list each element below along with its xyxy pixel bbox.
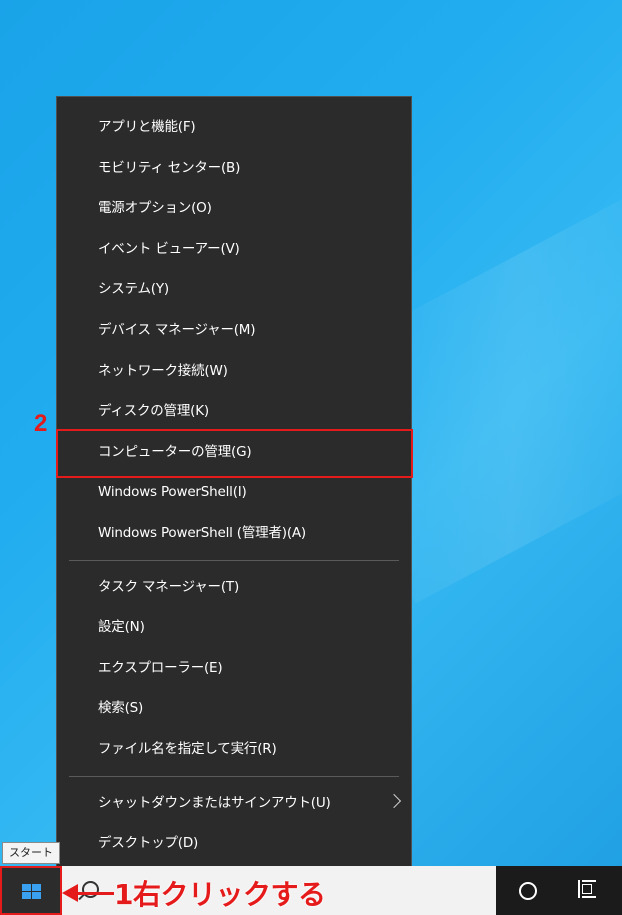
menu-item-search[interactable]: 検索(S) — [57, 688, 411, 729]
windows-logo-icon — [22, 884, 42, 900]
menu-separator — [69, 559, 399, 561]
menu-item-disk-management[interactable]: ディスクの管理(K) — [57, 391, 411, 432]
step-2-label: 2 — [34, 410, 48, 437]
menu-item-network-connections[interactable]: ネットワーク接続(W) — [57, 351, 411, 392]
chevron-right-icon — [386, 793, 402, 808]
winx-context-menu: アプリと機能(F) モビリティ センター(B) 電源オプション(O) イベント … — [56, 96, 412, 872]
menu-item-apps-features[interactable]: アプリと機能(F) — [57, 107, 411, 148]
menu-item-power-options[interactable]: 電源オプション(O) — [57, 188, 411, 229]
task-view-icon[interactable] — [578, 880, 598, 898]
start-button[interactable] — [0, 866, 62, 915]
menu-item-event-viewer[interactable]: イベント ビューアー(V) — [57, 229, 411, 270]
highlight-box-computer-management — [56, 429, 413, 478]
cortana-circle-icon[interactable] — [519, 882, 537, 900]
annotation-arrow-line — [66, 892, 114, 895]
menu-item-shutdown-signout[interactable]: シャットダウンまたはサインアウト(U) — [57, 783, 411, 824]
menu-item-desktop[interactable]: デスクトップ(D) — [57, 823, 411, 864]
step-1-instruction: 1右クリックする — [114, 878, 326, 911]
menu-item-powershell-admin[interactable]: Windows PowerShell (管理者)(A) — [57, 513, 411, 554]
menu-item-system[interactable]: システム(Y) — [57, 269, 411, 310]
menu-item-explorer[interactable]: エクスプローラー(E) — [57, 648, 411, 689]
menu-item-task-manager[interactable]: タスク マネージャー(T) — [57, 567, 411, 608]
menu-item-powershell[interactable]: Windows PowerShell(I) — [57, 472, 411, 513]
menu-separator — [69, 775, 399, 777]
search-icon — [82, 881, 99, 898]
menu-item-device-manager[interactable]: デバイス マネージャー(M) — [57, 310, 411, 351]
menu-item-mobility-center[interactable]: モビリティ センター(B) — [57, 148, 411, 189]
menu-item-shutdown-label: シャットダウンまたはサインアウト(U) — [98, 794, 331, 811]
menu-item-settings[interactable]: 設定(N) — [57, 607, 411, 648]
start-tooltip: スタート — [2, 842, 60, 864]
menu-item-run[interactable]: ファイル名を指定して実行(R) — [57, 729, 411, 770]
